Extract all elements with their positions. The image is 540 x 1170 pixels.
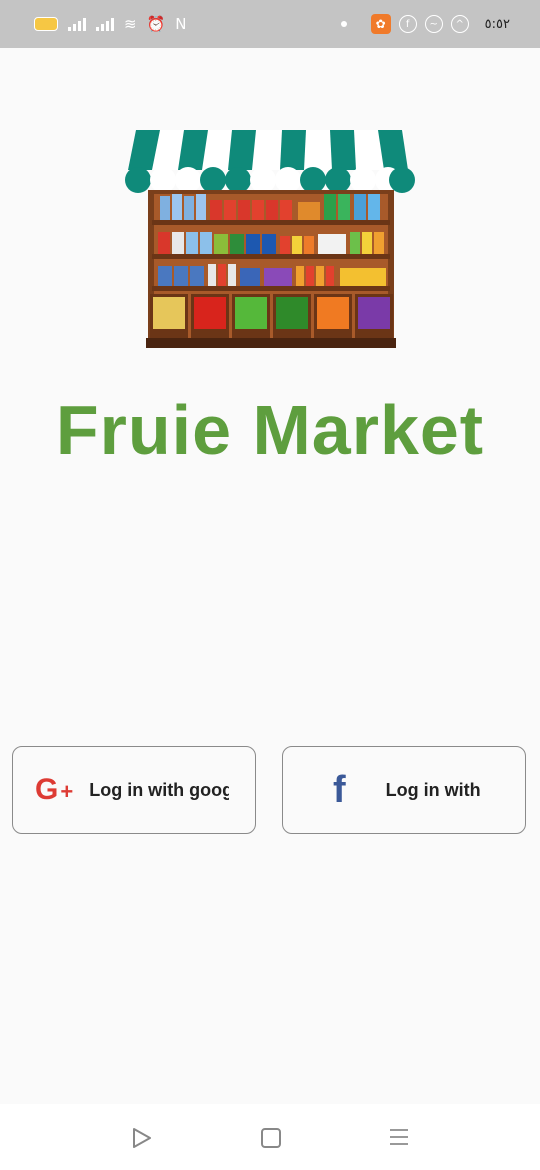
market-stall-logo — [125, 130, 415, 348]
google-login-button[interactable]: G + Log in with googl — [12, 746, 256, 834]
awning — [125, 130, 415, 193]
battery-icon — [34, 17, 58, 31]
wifi-icon: ≋ — [124, 14, 137, 33]
menu-lines-icon[interactable] — [390, 1129, 408, 1150]
home-square-icon[interactable] — [261, 1128, 281, 1148]
app-circle-icon: ^ — [450, 15, 469, 33]
facebook-login-button[interactable]: f Log in with — [282, 746, 526, 834]
alarm-icon: ⏰ — [146, 14, 166, 33]
app-icon: ✿ — [370, 14, 391, 34]
facebook-icon: f — [333, 768, 346, 811]
status-time: ٥:٥٢ — [484, 16, 510, 32]
facebook-login-label: Log in with — [385, 779, 481, 800]
signal-icon — [96, 17, 114, 31]
messenger-icon: ~ — [424, 15, 443, 33]
signal-icon — [68, 17, 86, 31]
status-bar-right: ✿ f ~ ^ ٥:٥٢ — [340, 0, 510, 48]
notification-dot — [340, 21, 347, 27]
status-bar: ≋ ⏰ N ✿ f ~ ^ ٥:٥٢ — [0, 0, 540, 48]
back-triangle-icon[interactable] — [132, 1128, 152, 1148]
nfc-icon: N — [175, 14, 187, 33]
status-bar-left: ≋ ⏰ N — [34, 0, 187, 48]
google-login-label: Log in with googl — [89, 779, 230, 800]
facebook-icon: f — [398, 15, 417, 33]
app-title: Fruie Market — [55, 391, 485, 469]
google-plus-icon: G + — [35, 773, 74, 806]
